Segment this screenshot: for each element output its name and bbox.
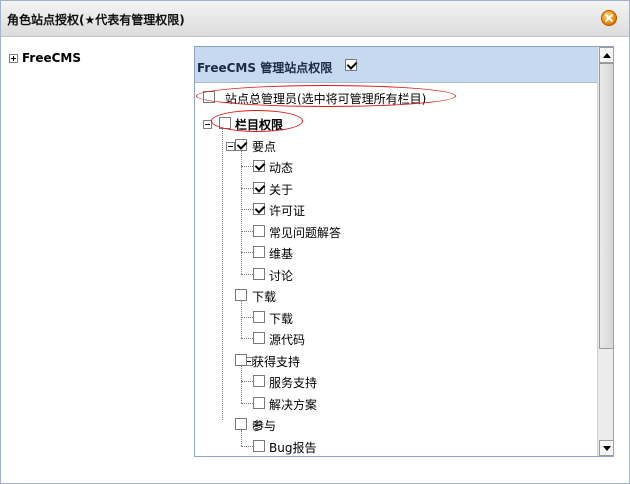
group-label: 下载 [252,290,277,304]
item-label: 关于 [269,183,294,197]
tree-connector [222,129,223,420]
site-admin-label: 站点总管理员(选中将可管理所有栏目) [225,92,427,106]
item-checkbox[interactable] [253,311,265,323]
group-checkbox[interactable] [235,418,247,430]
close-icon[interactable] [601,10,617,26]
expand-plus-icon[interactable] [9,53,18,63]
item-label: 下载 [269,312,294,326]
role-site-auth-dialog: 角色站点授权(★代表有管理权限) FreeCMS FreeCMS 管理站点权限 … [0,0,630,484]
tree-connector [241,150,242,274]
item-label: Bug报告 [269,441,317,455]
item-checkbox[interactable] [253,397,265,409]
item-checkbox[interactable] [253,440,265,452]
tree-connector [241,188,253,189]
item-checkbox[interactable] [253,203,265,215]
collapse-minus-icon[interactable] [203,120,212,129]
item-label: 许可证 [269,204,306,218]
column-permission-checkbox[interactable] [219,117,231,129]
tree-connector [241,231,253,232]
scroll-down-arrow-icon[interactable] [599,440,613,456]
item-checkbox[interactable] [253,225,265,237]
item-label: 常见问题解答 [269,226,342,240]
site-tree-node-freecms[interactable]: FreeCMS [9,51,81,65]
tree-connector [241,381,253,382]
tree-connector [241,403,253,404]
item-checkbox[interactable] [253,332,265,344]
site-admin-checkbox[interactable] [203,91,215,103]
item-label: 解决方案 [269,398,318,412]
site-permission-panel: FreeCMS 管理站点权限 站点总管理员(选中将可管理所有栏目) 栏目权限要点动… [194,46,614,457]
tree-connector [241,166,253,167]
vertical-scrollbar[interactable] [597,47,613,456]
item-label: 源代码 [269,333,306,347]
item-checkbox[interactable] [253,375,265,387]
item-checkbox[interactable] [253,268,265,280]
tree-connector [241,209,253,210]
item-checkbox[interactable] [253,182,265,194]
item-label: 维基 [269,247,294,261]
site-permission-checkbox[interactable] [345,59,357,71]
group-collapse-minus-icon[interactable] [226,142,235,151]
tree-connector [241,338,253,339]
tree-connector [241,252,253,253]
dialog-title: 角色站点授权(★代表有管理权限) [7,13,185,27]
tree-connector [241,446,253,447]
group-checkbox[interactable] [235,289,247,301]
tree-connector [241,365,242,403]
group-label: 获得支持 [252,355,301,369]
scroll-up-arrow-icon[interactable] [599,47,613,63]
tree-connector [241,301,242,338]
scrollbar-thumb[interactable] [599,63,613,349]
panel-header: FreeCMS 管理站点权限 [195,47,597,83]
dialog-titlebar[interactable]: 角色站点授权(★代表有管理权限) [1,1,629,37]
site-tree-label[interactable]: FreeCMS [22,51,81,65]
item-checkbox[interactable] [253,160,265,172]
tree-connector [241,430,242,446]
item-label: 动态 [269,161,294,175]
item-checkbox[interactable] [253,246,265,258]
group-label: 要点 [252,140,277,154]
item-label: 服务支持 [269,376,318,390]
tree-connector [241,317,253,318]
item-label: 讨论 [269,269,294,283]
group-label: 参与 [252,419,277,433]
panel-header-title: FreeCMS 管理站点权限 [197,61,333,75]
column-permission-label: 栏目权限 [235,118,284,132]
tree-connector [241,274,253,275]
